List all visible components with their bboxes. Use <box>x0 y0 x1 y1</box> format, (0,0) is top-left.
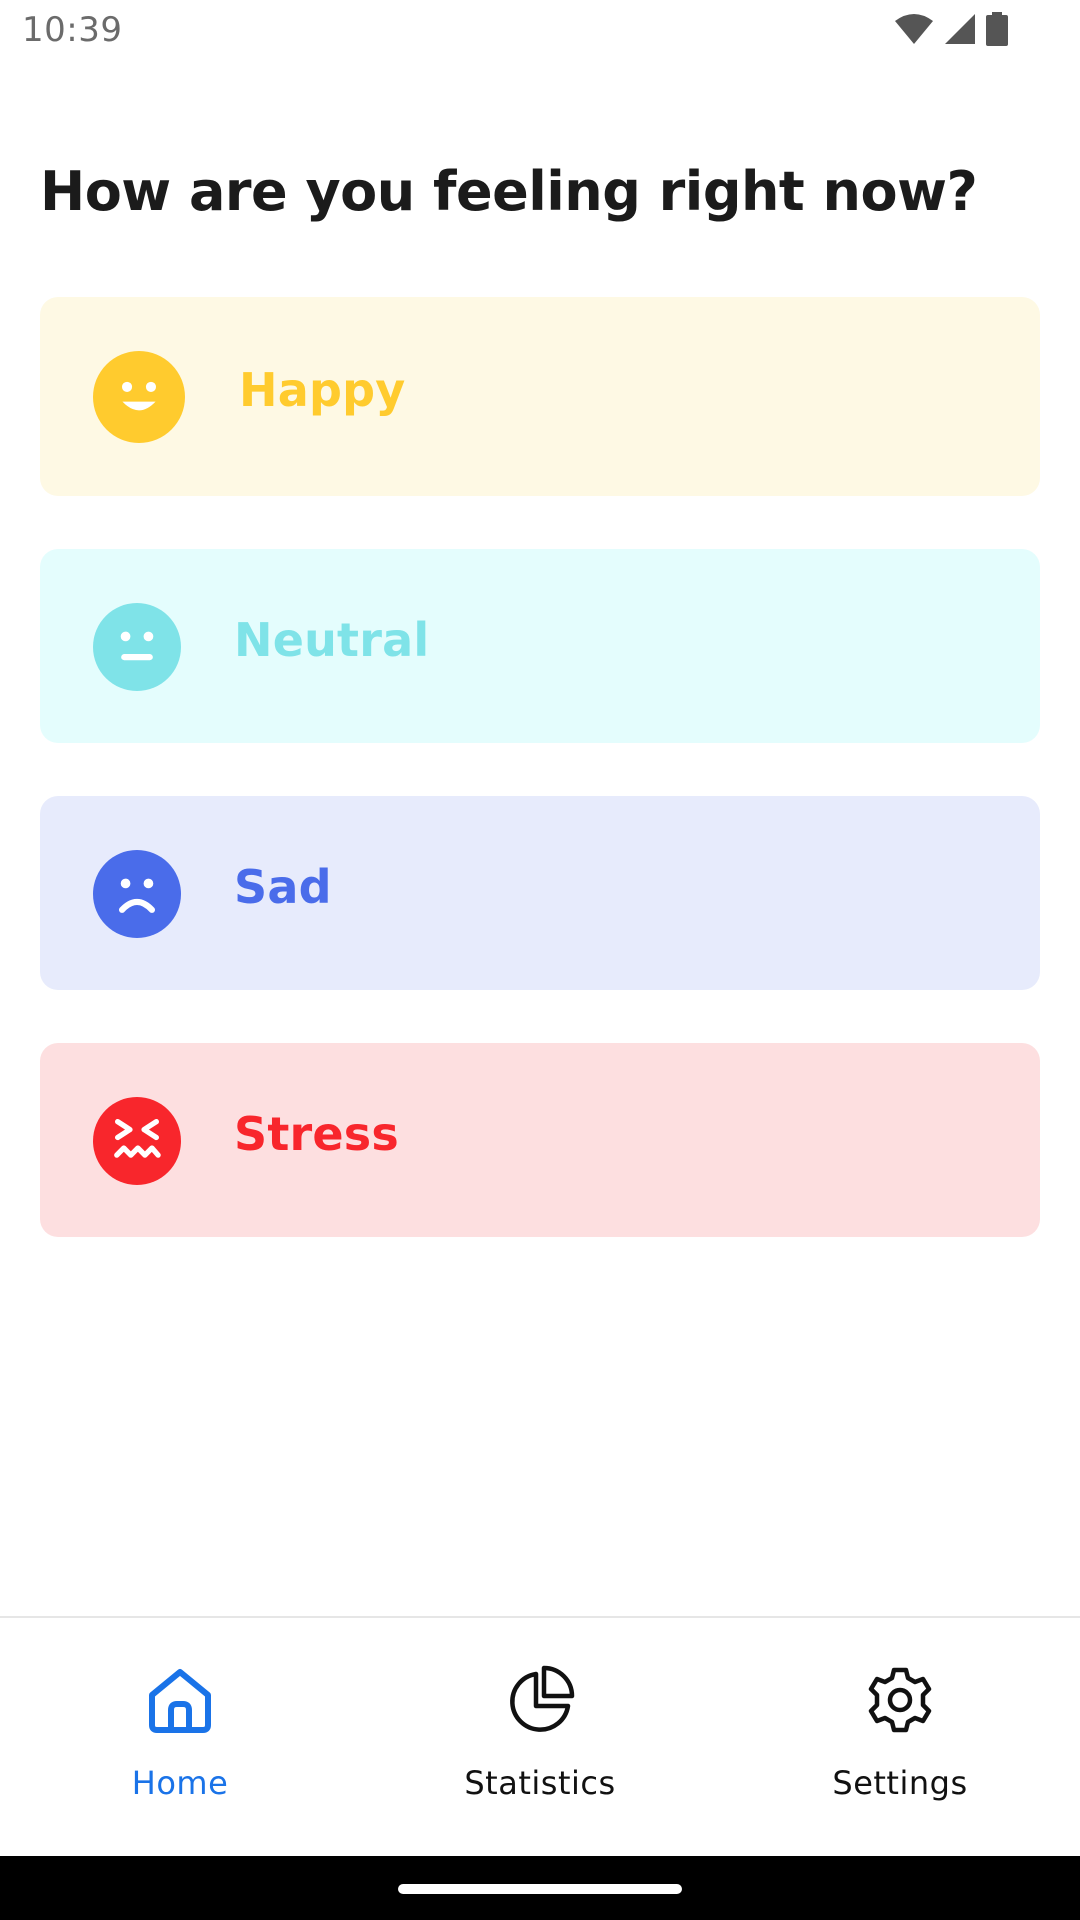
battery-icon <box>986 12 1008 50</box>
mood-card-stress[interactable]: Stress <box>40 1043 1040 1237</box>
pie-chart-icon <box>502 1662 578 1738</box>
mood-label-sad: Sad <box>234 860 332 914</box>
neutral-face-icon <box>93 603 181 691</box>
nav-item-home[interactable]: Home <box>0 1618 360 1858</box>
mood-card-sad[interactable]: Sad <box>40 796 1040 990</box>
mood-label-happy: Happy <box>239 363 406 417</box>
mood-card-neutral[interactable]: Neutral <box>40 549 1040 743</box>
status-bar: 10:39 <box>0 0 1080 64</box>
status-time: 10:39 <box>22 10 123 50</box>
sad-face-icon <box>93 850 181 938</box>
wifi-icon <box>894 13 934 49</box>
page-title: How are you feeling right now? <box>40 160 978 223</box>
happy-face-icon <box>93 351 185 443</box>
mood-card-happy[interactable]: Happy <box>40 297 1040 496</box>
home-indicator[interactable] <box>398 1884 682 1894</box>
mood-label-stress: Stress <box>234 1107 399 1161</box>
system-nav-bar <box>0 1856 1080 1920</box>
nav-label-home: Home <box>131 1764 229 1802</box>
nav-label-statistics: Statistics <box>464 1764 616 1802</box>
status-icons <box>894 12 1008 50</box>
nav-label-settings: Settings <box>832 1764 968 1802</box>
stressed-face-icon <box>93 1097 181 1185</box>
bottom-nav: Home Statistics Settings <box>0 1616 1080 1856</box>
mood-label-neutral: Neutral <box>234 613 430 667</box>
signal-icon <box>944 13 976 49</box>
home-icon <box>142 1662 218 1738</box>
nav-item-statistics[interactable]: Statistics <box>360 1618 720 1858</box>
gear-icon <box>862 1662 938 1738</box>
nav-item-settings[interactable]: Settings <box>720 1618 1080 1858</box>
